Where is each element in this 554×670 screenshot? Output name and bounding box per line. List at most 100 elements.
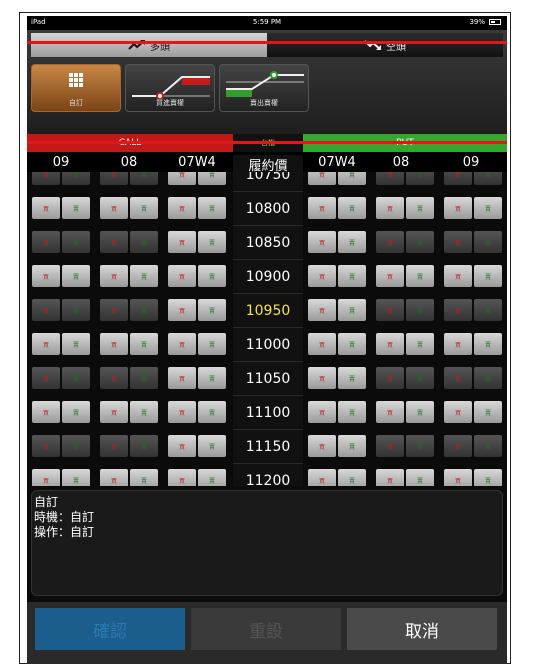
buy-button[interactable]: 買 [100,172,128,185]
buy-button[interactable]: 買 [100,333,128,355]
sell-button[interactable]: 賣 [474,231,502,253]
buy-button[interactable]: 買 [376,197,404,219]
buy-button[interactable]: 買 [100,299,128,321]
sell-button[interactable]: 賣 [406,231,434,253]
sell-button[interactable]: 賣 [474,401,502,423]
sell-button[interactable]: 賣 [130,299,158,321]
buy-button[interactable]: 買 [308,469,336,486]
sell-button[interactable]: 賣 [338,197,366,219]
buy-button[interactable]: 買 [444,299,472,321]
sell-button[interactable]: 賣 [198,401,226,423]
buy-button[interactable]: 買 [168,172,196,185]
sell-button[interactable]: 賣 [406,197,434,219]
buy-button[interactable]: 買 [308,333,336,355]
sell-button[interactable]: 賣 [406,401,434,423]
sell-button[interactable]: 賣 [198,231,226,253]
sell-button[interactable]: 賣 [338,435,366,457]
buy-button[interactable]: 買 [168,435,196,457]
sell-button[interactable]: 賣 [338,231,366,253]
buy-button[interactable]: 買 [308,299,336,321]
sell-button[interactable]: 賣 [406,469,434,486]
buy-button[interactable]: 買 [376,469,404,486]
sell-button[interactable]: 賣 [474,172,502,185]
sell-button[interactable]: 賣 [474,367,502,389]
sell-button[interactable]: 賣 [338,469,366,486]
buy-button[interactable]: 買 [444,367,472,389]
sell-button[interactable]: 賣 [62,469,90,486]
sell-button[interactable]: 賣 [406,172,434,185]
sell-button[interactable]: 賣 [198,367,226,389]
sell-button[interactable]: 賣 [198,197,226,219]
buy-button[interactable]: 買 [168,197,196,219]
sell-button[interactable]: 賣 [130,197,158,219]
buy-button[interactable]: 買 [308,172,336,185]
sell-button[interactable]: 賣 [338,265,366,287]
sell-button[interactable]: 賣 [130,231,158,253]
buy-button[interactable]: 買 [444,401,472,423]
buy-button[interactable]: 買 [32,469,60,486]
buy-button[interactable]: 買 [100,367,128,389]
buy-button[interactable]: 買 [444,197,472,219]
sell-button[interactable]: 賣 [130,435,158,457]
buy-button[interactable]: 買 [444,265,472,287]
sell-button[interactable]: 賣 [198,172,226,185]
sell-button[interactable]: 賣 [474,197,502,219]
sell-button[interactable]: 賣 [62,231,90,253]
buy-button[interactable]: 買 [32,265,60,287]
buy-button[interactable]: 買 [376,367,404,389]
sell-button[interactable]: 賣 [130,265,158,287]
sell-button[interactable]: 賣 [198,435,226,457]
sell-button[interactable]: 賣 [62,333,90,355]
buy-button[interactable]: 買 [100,469,128,486]
buy-button[interactable]: 買 [444,469,472,486]
confirm-button[interactable]: 確認 [35,608,185,650]
buy-button[interactable]: 買 [100,265,128,287]
sell-button[interactable]: 賣 [62,197,90,219]
buy-button[interactable]: 買 [32,172,60,185]
sell-button[interactable]: 賣 [338,367,366,389]
buy-button[interactable]: 買 [308,231,336,253]
sell-button[interactable]: 賣 [406,265,434,287]
buy-button[interactable]: 買 [168,231,196,253]
buy-button[interactable]: 買 [32,333,60,355]
buy-button[interactable]: 買 [444,435,472,457]
sell-button[interactable]: 賣 [198,333,226,355]
sell-button[interactable]: 賣 [62,435,90,457]
buy-button[interactable]: 買 [168,401,196,423]
cancel-button[interactable]: 取消 [347,608,497,650]
buy-button[interactable]: 買 [308,401,336,423]
buy-button[interactable]: 買 [168,299,196,321]
buy-button[interactable]: 買 [100,197,128,219]
sell-button[interactable]: 賣 [474,435,502,457]
buy-button[interactable]: 買 [308,265,336,287]
buy-button[interactable]: 買 [168,333,196,355]
buy-button[interactable]: 買 [376,435,404,457]
sell-button[interactable]: 賣 [406,299,434,321]
buy-button[interactable]: 買 [376,299,404,321]
sell-button[interactable]: 賣 [406,367,434,389]
sell-button[interactable]: 賣 [198,469,226,486]
buy-button[interactable]: 買 [376,265,404,287]
sell-button[interactable]: 賣 [130,401,158,423]
buy-button[interactable]: 買 [308,367,336,389]
sell-button[interactable]: 賣 [474,469,502,486]
buy-button[interactable]: 買 [168,265,196,287]
sell-button[interactable]: 賣 [130,367,158,389]
sell-button[interactable]: 賣 [62,367,90,389]
buy-button[interactable]: 買 [376,172,404,185]
buy-button[interactable]: 買 [376,231,404,253]
buy-button[interactable]: 買 [32,435,60,457]
sell-button[interactable]: 賣 [474,333,502,355]
sell-button[interactable]: 賣 [338,172,366,185]
buy-button[interactable]: 買 [376,401,404,423]
buy-button[interactable]: 買 [308,197,336,219]
buy-button[interactable]: 買 [308,435,336,457]
buy-button[interactable]: 買 [32,299,60,321]
buy-button[interactable]: 買 [32,401,60,423]
buy-button[interactable]: 買 [100,435,128,457]
sell-button[interactable]: 賣 [62,401,90,423]
buy-button[interactable]: 買 [32,231,60,253]
buy-button[interactable]: 買 [168,469,196,486]
sell-button[interactable]: 賣 [130,469,158,486]
buy-button[interactable]: 買 [444,172,472,185]
